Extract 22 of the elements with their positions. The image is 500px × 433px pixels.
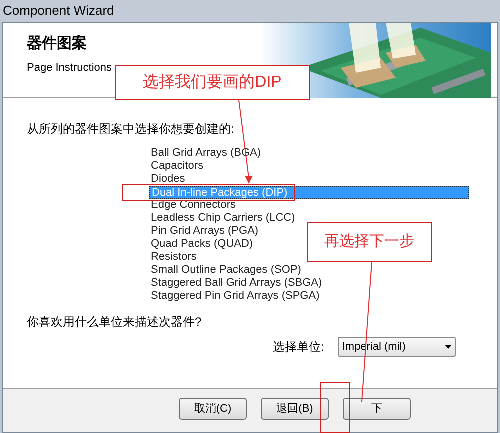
- annotation-callout: 选择我们要画的DIP: [115, 65, 310, 100]
- instruction-text: 从所列的器件图案中选择你想要创建的:: [27, 121, 236, 138]
- window-title: Component Wizard: [3, 2, 114, 20]
- pattern-list-item[interactable]: Diodes: [149, 173, 186, 186]
- highlight-frame: [320, 382, 350, 433]
- units-label: 选择单位:: [273, 339, 324, 356]
- dropdown-arrow-icon: [445, 345, 452, 349]
- pattern-list-item[interactable]: Pin Grid Arrays (PGA): [149, 225, 259, 238]
- pattern-list-item[interactable]: Staggered Pin Grid Arrays (SPGA): [149, 290, 320, 303]
- annotation-callout: 再选择下一步: [307, 222, 432, 262]
- pattern-list-item[interactable]: Leadless Chip Carriers (LCC): [149, 212, 296, 225]
- pattern-list-item[interactable]: Small Outline Packages (SOP): [149, 264, 302, 277]
- wizard-button[interactable]: 取消(C): [179, 398, 247, 420]
- pattern-list-item[interactable]: Capacitors: [149, 160, 204, 173]
- pattern-list-item[interactable]: Staggered Ball Grid Arrays (SBGA): [149, 277, 322, 290]
- header-title: 器件图案: [27, 34, 88, 54]
- wizard-button[interactable]: 退回(B): [261, 398, 329, 420]
- question-text: 你喜欢用什么单位来描述次器件?: [27, 314, 203, 331]
- pattern-list-item[interactable]: Resistors: [149, 251, 197, 264]
- wizard-button[interactable]: 下: [343, 398, 411, 420]
- header-subtitle: Page Instructions: [27, 60, 113, 76]
- pattern-list-item[interactable]: Quad Packs (QUAD): [149, 238, 254, 251]
